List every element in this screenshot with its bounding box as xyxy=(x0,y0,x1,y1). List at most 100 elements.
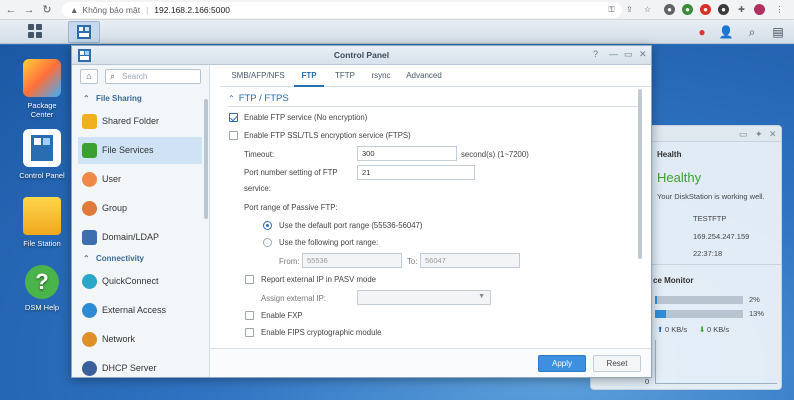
assign-ip-select[interactable]: ▼ xyxy=(357,290,491,305)
more-icon[interactable]: ⋮ xyxy=(774,4,785,15)
content-scrollbar[interactable] xyxy=(638,89,642,259)
chart-zero: 0 xyxy=(645,377,650,386)
group-icon xyxy=(82,201,97,216)
desktop-icon-file-station[interactable]: File Station xyxy=(10,197,74,248)
key-icon[interactable]: ⚿ xyxy=(606,4,617,15)
sidebar-item-group[interactable]: Group xyxy=(78,195,202,222)
sidebar: ⌂ ⌕ Search ⌃ File Sharing Shared Folder Fi… xyxy=(72,65,210,377)
browser-toolbar: ← → ↻ ▲ Không bảo mật | 192.168.2.166:5000 … xyxy=(0,0,794,20)
collapse-icon[interactable]: ▭ xyxy=(739,129,748,140)
address-bar[interactable]: ▲ Không bảo mật | 192.168.2.166:5000 xyxy=(62,2,622,18)
sidebar-item-external-access[interactable]: External Access xyxy=(78,297,202,324)
tab-advanced[interactable]: Advanced xyxy=(402,65,446,87)
desktop-icon-package-center[interactable]: Package Center xyxy=(10,59,74,119)
security-label: Không bảo mật xyxy=(82,5,141,15)
home-icon: ⌂ xyxy=(86,71,92,81)
reload-icon[interactable]: ↻ xyxy=(40,3,54,17)
sidebar-item-quickconnect[interactable]: QuickConnect xyxy=(78,268,202,295)
help-icon: ? xyxy=(25,265,59,299)
report-ip-checkbox[interactable] xyxy=(245,275,254,284)
nav-section-file-sharing[interactable]: ⌃ File Sharing xyxy=(72,90,202,108)
enable-ftps-label: Enable FTP SSL/TLS encryption service (F… xyxy=(244,131,411,140)
tab-tftp[interactable]: TFTP xyxy=(330,65,360,87)
control-panel-icon xyxy=(77,25,91,39)
extension-icon[interactable]: ● xyxy=(664,4,675,15)
search-icon[interactable]: ⌕ xyxy=(744,24,760,40)
server-time: 22:37:18 xyxy=(693,249,723,258)
sidebar-item-user[interactable]: User xyxy=(78,166,202,193)
extension-icon[interactable]: ● xyxy=(682,4,693,15)
chevron-down-icon: ▼ xyxy=(478,293,485,300)
sidebar-item-dhcp-server[interactable]: DHCP Server xyxy=(78,355,202,377)
help-icon[interactable]: ? xyxy=(593,49,598,59)
custom-range-radio[interactable] xyxy=(263,238,272,247)
forward-icon[interactable]: → xyxy=(22,3,36,17)
network-icon xyxy=(82,332,97,347)
maximize-icon[interactable]: ▭ xyxy=(624,49,633,60)
package-center-icon xyxy=(23,59,61,97)
window-titlebar[interactable]: Control Panel ? — ▭ ✕ xyxy=(72,46,651,65)
dsm-taskbar: ● 👤 ⌕ ▤ xyxy=(0,20,794,44)
widgets-icon[interactable]: ▤ xyxy=(770,24,786,40)
sidebar-item-domain-ldap[interactable]: Domain/LDAP xyxy=(78,224,202,251)
desktop-icon-dsm-help[interactable]: ? DSM Help xyxy=(10,265,74,312)
desktop-icon-control-panel[interactable]: Control Panel xyxy=(10,129,74,180)
to-port-input[interactable]: 56047 xyxy=(420,253,520,268)
enable-ftp-label: Enable FTP service (No encryption) xyxy=(244,113,368,122)
share-icon[interactable]: ⇪ xyxy=(624,4,635,15)
enable-fips-checkbox[interactable] xyxy=(245,328,254,337)
extension-icon[interactable]: ● xyxy=(718,4,729,15)
sidebar-item-file-services[interactable]: File Services xyxy=(78,137,202,164)
timeout-label: Timeout: xyxy=(244,150,275,159)
from-label: From: xyxy=(279,257,300,266)
section-title[interactable]: ⌃ FTP / FTPS xyxy=(228,93,289,104)
main-menu-icon[interactable] xyxy=(28,24,44,40)
folder-icon xyxy=(82,114,97,129)
window-footer: Apply Reset xyxy=(210,348,651,377)
taskbar-control-panel[interactable] xyxy=(68,21,100,43)
minimize-icon[interactable]: — xyxy=(609,49,618,59)
sidebar-scrollbar[interactable] xyxy=(204,99,208,219)
extension-icon[interactable]: ● xyxy=(700,4,711,15)
user-icon xyxy=(82,172,97,187)
tab-bar: SMB/AFP/NFS FTP TFTP rsync Advanced xyxy=(220,65,651,87)
window-title: Control Panel xyxy=(333,50,390,60)
back-icon[interactable]: ← xyxy=(4,3,18,17)
file-services-icon xyxy=(82,143,97,158)
sidebar-item-shared-folder[interactable]: Shared Folder xyxy=(78,108,202,135)
notification-icon[interactable]: ● xyxy=(694,24,710,40)
star-icon[interactable]: ☆ xyxy=(642,4,653,15)
profile-icon[interactable] xyxy=(754,4,765,15)
custom-range-label: Use the following port range: xyxy=(279,238,379,247)
enable-ftp-checkbox[interactable] xyxy=(229,113,238,122)
chevron-up-icon: ⌃ xyxy=(83,94,90,103)
nav-section-connectivity[interactable]: ⌃ Connectivity xyxy=(72,250,202,268)
tab-rsync[interactable]: rsync xyxy=(366,65,396,87)
ftp-port-input[interactable]: 21 xyxy=(357,165,475,180)
enable-fxp-checkbox[interactable] xyxy=(245,311,254,320)
tab-ftp[interactable]: FTP xyxy=(294,65,324,87)
domain-icon xyxy=(82,230,97,245)
download-arrow-icon: ⬇ xyxy=(699,325,706,334)
report-ip-label: Report external IP in PASV mode xyxy=(261,275,376,284)
puzzle-icon[interactable]: ✚ xyxy=(736,4,747,15)
tab-smb-afp-nfs[interactable]: SMB/AFP/NFS xyxy=(228,65,288,87)
enable-ftps-checkbox[interactable] xyxy=(229,131,238,140)
timeout-input[interactable]: 300 xyxy=(357,146,457,161)
user-icon[interactable]: 👤 xyxy=(718,24,734,40)
close-icon[interactable]: ✕ xyxy=(769,129,777,140)
control-panel-window: Control Panel ? — ▭ ✕ ⌂ ⌕ Search ⌃ File Sh… xyxy=(71,45,652,378)
sidebar-item-network[interactable]: Network xyxy=(78,326,202,353)
from-port-input[interactable]: 55536 xyxy=(302,253,402,268)
control-panel-icon xyxy=(23,129,61,167)
quickconnect-icon xyxy=(82,274,97,289)
search-input[interactable]: ⌕ Search xyxy=(105,69,201,84)
home-button[interactable]: ⌂ xyxy=(80,69,98,84)
reset-button[interactable]: Reset xyxy=(593,355,641,372)
pin-icon[interactable]: ✦ xyxy=(755,129,763,140)
close-icon[interactable]: ✕ xyxy=(639,49,647,60)
chevron-up-icon: ⌃ xyxy=(228,94,235,103)
apply-button[interactable]: Apply xyxy=(538,355,586,372)
dhcp-icon xyxy=(82,361,97,376)
default-range-radio[interactable] xyxy=(263,221,272,230)
